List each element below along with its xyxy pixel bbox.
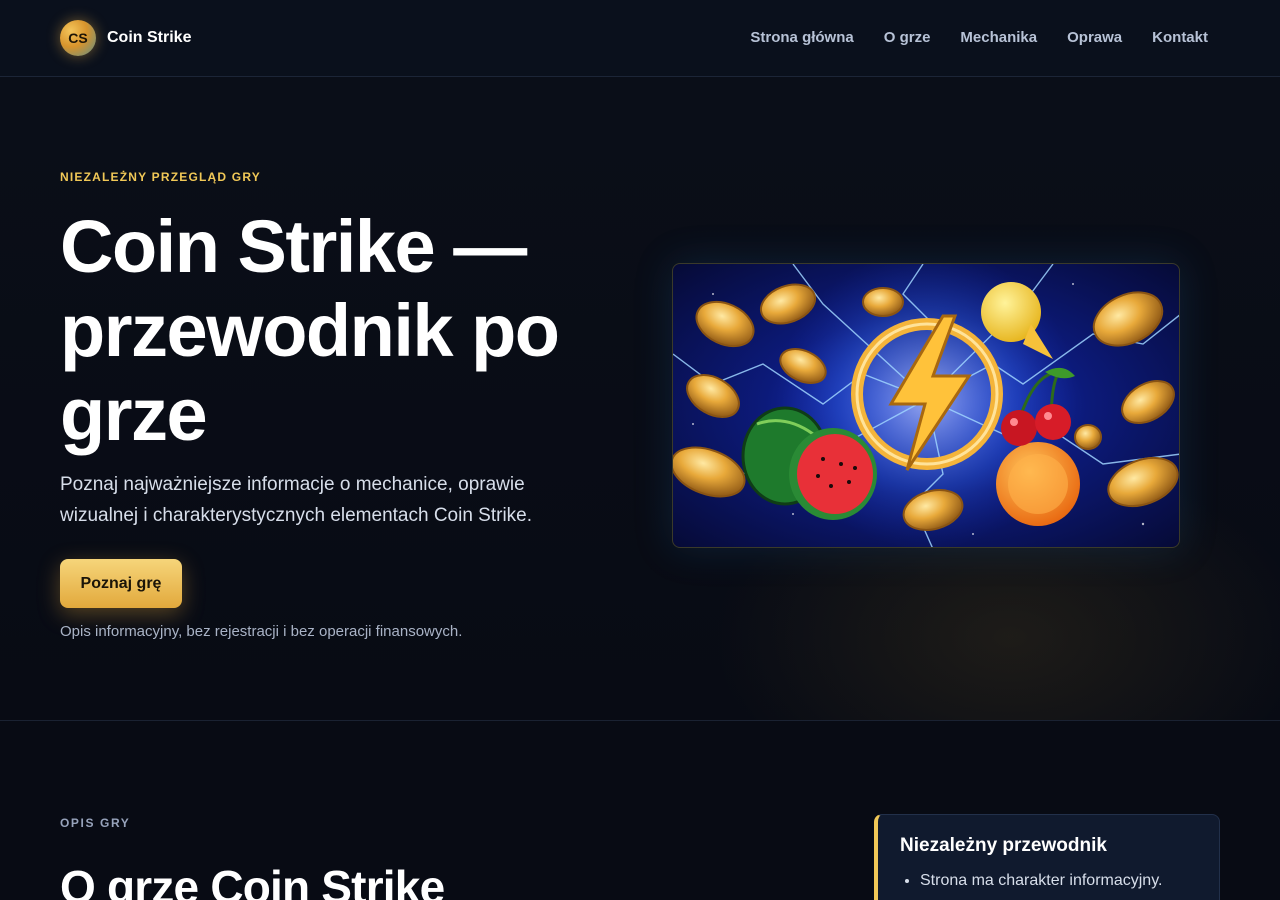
site-header: CS Coin Strike Strona główna O grze Mech… xyxy=(0,0,1280,77)
nav-item-mechanics[interactable]: Mechanika xyxy=(960,29,1037,46)
hero-title: Coin Strike — przewodnik po grze xyxy=(60,205,560,456)
info-card-list: Strona ma charakter informacyjny. xyxy=(900,869,1197,893)
nav-item-home[interactable]: Strona główna xyxy=(750,29,853,46)
game-artwork xyxy=(672,263,1180,548)
logo-badge-icon: CS xyxy=(60,20,96,56)
brand-logo[interactable]: CS Coin Strike xyxy=(60,20,191,56)
game-artwork-illustration xyxy=(673,264,1179,547)
section-title: O grze Coin Strike xyxy=(60,861,445,900)
nav-item-contact[interactable]: Kontakt xyxy=(1152,29,1208,46)
section-label: OPIS GRY xyxy=(60,816,131,830)
info-card-title: Niezależny przewodnik xyxy=(900,835,1107,856)
guide-info-card: Niezależny przewodnik Strona ma charakte… xyxy=(874,814,1220,900)
nav-item-about[interactable]: O grze xyxy=(884,29,931,46)
hero-lead: Poznaj najważniejsze informacje o mechan… xyxy=(60,474,533,526)
brand-name: Coin Strike xyxy=(107,29,192,46)
main-nav: Strona główna O grze Mechanika Oprawa Ko… xyxy=(750,29,1208,46)
hero-section: NIEZALEŻNY PRZEGLĄD GRY Coin Strike — pr… xyxy=(0,77,1280,721)
hero-eyebrow: NIEZALEŻNY PRZEGLĄD GRY xyxy=(60,170,261,184)
hero-note: Opis informacyjny, bez rejestracji i bez… xyxy=(60,623,463,640)
nav-item-visuals[interactable]: Oprawa xyxy=(1067,29,1122,46)
explore-game-button[interactable]: Poznaj grę xyxy=(60,559,182,608)
list-item: Strona ma charakter informacyjny. xyxy=(920,869,1197,893)
